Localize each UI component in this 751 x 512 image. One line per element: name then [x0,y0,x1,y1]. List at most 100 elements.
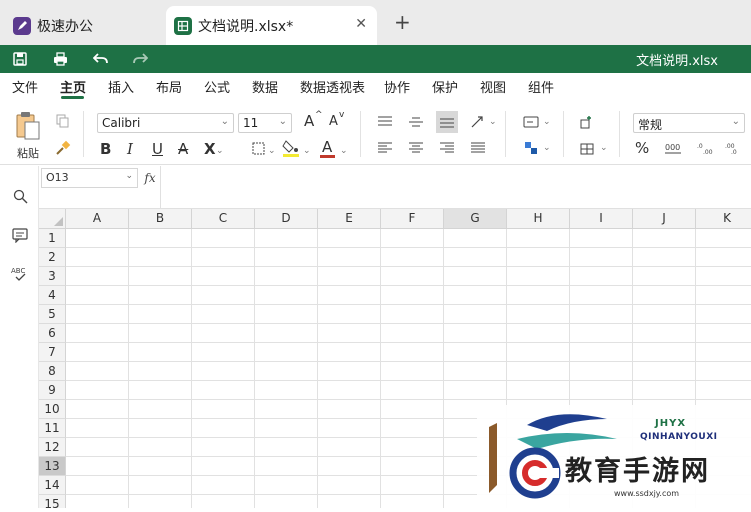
strikethrough-button[interactable]: A [178,140,188,158]
close-icon[interactable]: ✕ [355,16,367,32]
formula-input[interactable] [163,168,743,206]
column-header-k[interactable]: K [696,209,751,229]
column-header-g[interactable]: G [444,209,507,229]
menu-layout[interactable]: 布局 [156,77,182,96]
merge-cells-icon[interactable] [521,139,541,157]
divider [505,111,506,157]
undo-icon[interactable] [90,49,110,69]
browser-tab-bar: 极速办公 文档说明.xlsx* ✕ + [0,0,751,45]
align-bottom-icon[interactable] [436,111,458,133]
align-right-icon[interactable] [437,139,457,157]
column-header-j[interactable]: J [633,209,696,229]
menu-components[interactable]: 组件 [528,77,554,96]
menu-insert[interactable]: 插入 [108,77,134,96]
insert-function-button[interactable]: fx [140,168,160,188]
shrink-font-button[interactable]: A [329,114,338,129]
chevron-down-icon: ⌄ [731,116,740,127]
wrap-text-icon[interactable] [521,113,541,131]
align-left-icon[interactable] [375,139,395,157]
row-header[interactable]: 3 [39,267,66,286]
watermark-url: www.ssdxjy.com [614,489,680,498]
chevron-down-icon: ⌄ [303,146,311,156]
underline-button[interactable]: U [152,140,163,158]
copy-icon[interactable] [54,112,72,130]
row-header[interactable]: 7 [39,343,66,362]
formula-bar: O13 ⌄ fx [39,166,751,209]
row-header[interactable]: 4 [39,286,66,305]
column-header-b[interactable]: B [129,209,192,229]
menu-protect[interactable]: 保护 [432,77,458,96]
percent-button[interactable]: % [635,139,649,157]
row-header[interactable]: 12 [39,438,66,457]
font-color-swatch [320,155,335,158]
menu-pivot-table[interactable]: 数据透视表 [300,77,365,96]
increase-decimal-icon[interactable]: .0.00 [696,139,716,157]
menu-file[interactable]: 文件 [12,77,38,96]
column-header-f[interactable]: F [381,209,444,229]
menu-data[interactable]: 数据 [252,77,278,96]
row-header[interactable]: 10 [39,400,66,419]
menu-collaborate[interactable]: 协作 [384,77,410,96]
bold-button[interactable]: B [100,140,111,158]
font-size-select[interactable]: 11 ⌄ [238,113,292,133]
print-icon[interactable] [50,49,70,69]
currency-format-icon[interactable]: 000 [664,139,688,157]
tab-label: 文档说明.xlsx* [198,18,294,35]
column-header-i[interactable]: I [570,209,633,229]
menu-home[interactable]: 主页 [60,77,86,96]
subscript-button[interactable]: X [204,140,216,158]
format-painter-icon[interactable] [54,139,72,157]
chevron-down-icon: ⌄ [268,146,276,156]
justify-icon[interactable] [468,139,488,157]
align-top-icon[interactable] [375,113,395,131]
column-header-c[interactable]: C [192,209,255,229]
menu-formula[interactable]: 公式 [204,77,230,96]
font-family-select[interactable]: Calibri ⌄ [97,113,234,133]
left-side-panel: ABC [0,166,39,508]
comment-icon[interactable] [10,225,30,245]
redo-icon[interactable] [130,49,150,69]
align-middle-icon[interactable] [406,113,426,131]
italic-button[interactable]: I [127,140,133,158]
row-header-selected[interactable]: 13 [39,457,66,476]
name-box[interactable]: O13 ⌄ [41,168,138,188]
row-header[interactable]: 11 [39,419,66,438]
borders-icon[interactable] [249,139,267,157]
search-icon[interactable] [10,186,30,206]
insert-cells-icon[interactable] [578,112,598,132]
column-header-a[interactable]: A [66,209,129,229]
menu-bar: 文件 主页 插入 布局 公式 数据 数据透视表 协作 保护 视图 组件 [0,73,751,99]
font-color-button[interactable]: A [322,138,332,156]
row-header[interactable]: 6 [39,324,66,343]
tab-app-home[interactable]: 极速办公 [0,6,162,45]
row-header[interactable]: 14 [39,476,66,495]
column-header-e[interactable]: E [318,209,381,229]
new-tab-button[interactable]: + [394,12,411,32]
number-format-select[interactable]: 常规 ⌄ [633,113,745,133]
select-all-corner[interactable] [39,209,66,229]
tab-document[interactable]: 文档说明.xlsx* ✕ [166,6,377,45]
chevron-down-icon: ⌄ [278,116,287,127]
row-header[interactable]: 15 [39,495,66,508]
align-center-icon[interactable] [406,139,426,157]
fill-color-icon[interactable] [281,137,301,159]
delete-cells-icon[interactable] [578,138,598,158]
row-header[interactable]: 8 [39,362,66,381]
caret-up-icon: ^ [315,110,323,120]
row-header[interactable]: 5 [39,305,66,324]
row-header[interactable]: 1 [39,229,66,248]
save-icon[interactable] [10,49,30,69]
font-size-value: 11 [243,116,259,130]
text-orientation-icon[interactable] [468,113,488,131]
tab-label: 极速办公 [37,18,93,35]
row-header[interactable]: 9 [39,381,66,400]
menu-view[interactable]: 视图 [480,77,506,96]
column-header-d[interactable]: D [255,209,318,229]
row-header[interactable]: 2 [39,248,66,267]
grow-font-button[interactable]: A [304,112,314,130]
chevron-down-icon: ⌄ [340,146,348,156]
paste-icon[interactable] [14,111,42,141]
spellcheck-icon[interactable]: ABC [10,264,30,284]
decrease-decimal-icon[interactable]: .00.0 [724,139,744,157]
column-header-h[interactable]: H [507,209,570,229]
